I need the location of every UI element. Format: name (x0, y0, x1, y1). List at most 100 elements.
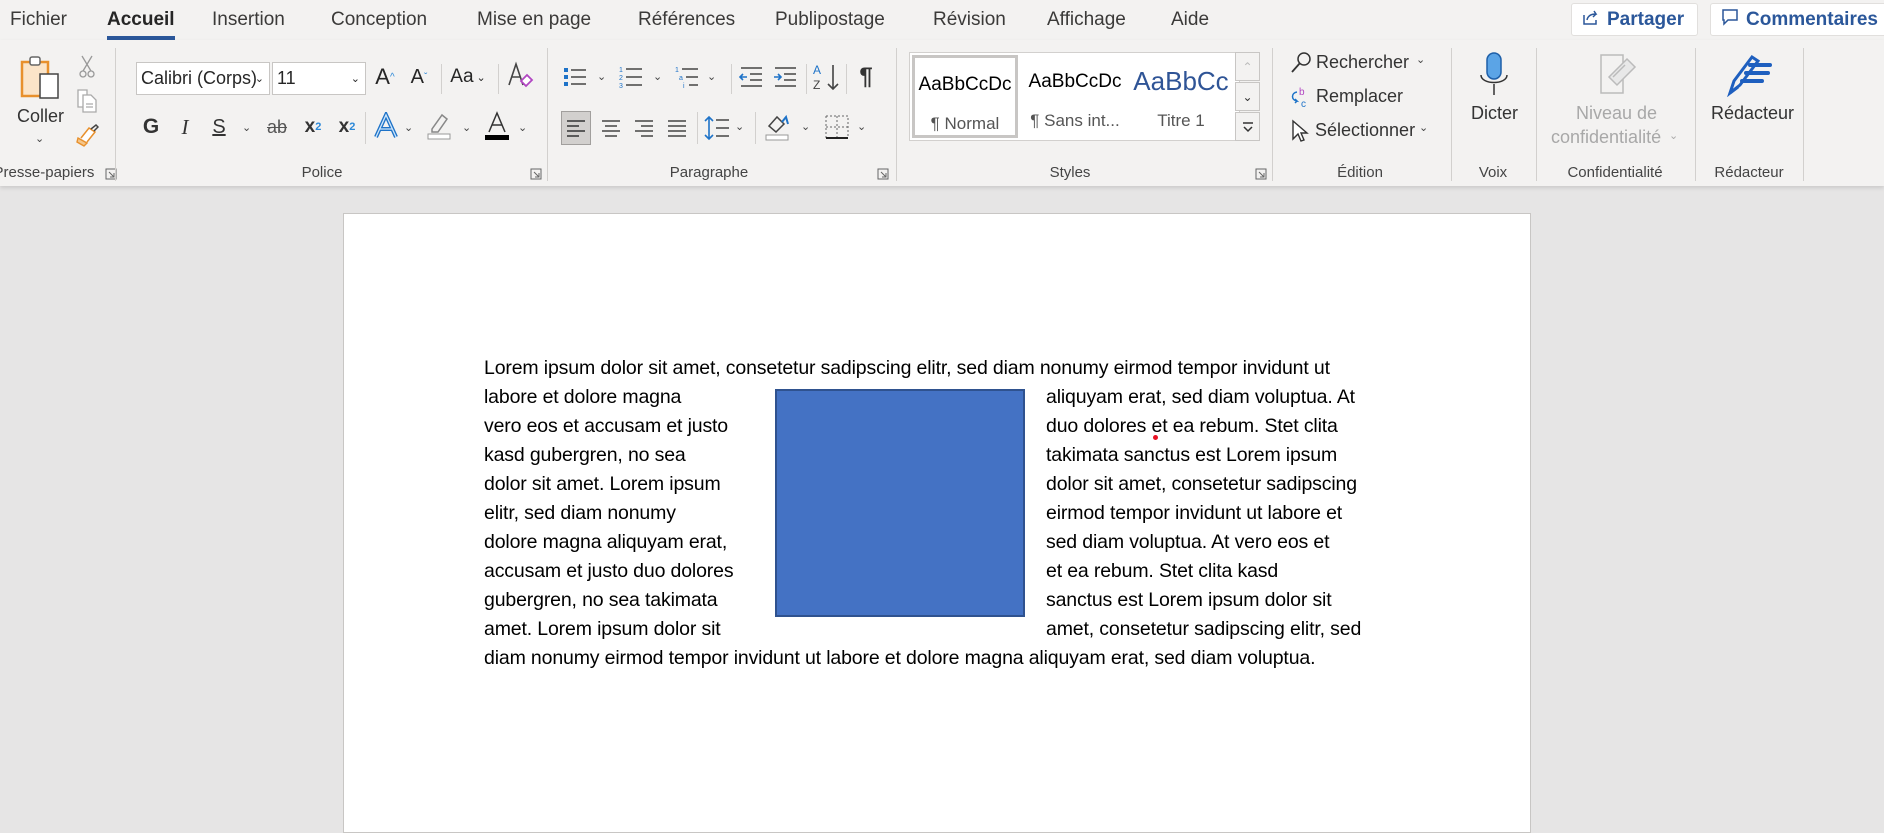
font-dialog-launcher-icon[interactable] (530, 167, 542, 180)
find-dropdown-icon[interactable]: ⌄ (1416, 53, 1425, 66)
tab-conception[interactable]: Conception (331, 9, 427, 31)
paste-label[interactable]: Coller (17, 106, 64, 127)
dictate-button[interactable]: Dicter (1471, 103, 1518, 124)
tab-affichage[interactable]: Affichage (1047, 9, 1126, 31)
rectangle-shape[interactable] (775, 389, 1025, 617)
find-button[interactable]: Rechercher (1316, 52, 1409, 73)
subscript-icon[interactable]: x2 (300, 112, 326, 142)
grammar-mark-icon[interactable] (1153, 435, 1158, 440)
style-preview: AaBbCcDc (1028, 71, 1122, 92)
sort-icon[interactable]: AZ (811, 60, 841, 94)
strikethrough-button[interactable]: ab (262, 112, 292, 142)
shrink-font-icon[interactable]: Aˇ (405, 62, 433, 92)
tab-insertion[interactable]: Insertion (212, 9, 285, 31)
font-size-value: 11 (277, 68, 296, 88)
numbered-list-icon[interactable]: 123 (617, 62, 645, 92)
share-button[interactable]: Partager (1571, 3, 1698, 36)
text-effects-dropdown-icon[interactable]: ⌄ (404, 121, 413, 134)
divider (697, 112, 698, 144)
align-right-button[interactable] (629, 111, 659, 145)
line-spacing-dropdown-icon[interactable]: ⌄ (735, 120, 744, 133)
multilevel-list-icon[interactable]: 1ai (673, 62, 701, 92)
group-label-sensitivity: Confidentialité (1567, 164, 1663, 181)
borders-icon[interactable] (822, 110, 852, 144)
editor-pen-icon[interactable] (1722, 50, 1774, 98)
align-left-button[interactable] (561, 111, 591, 145)
text-effects-icon[interactable] (372, 110, 400, 142)
tab-publipostage[interactable]: Publipostage (775, 9, 885, 31)
underline-button[interactable]: S (206, 112, 232, 142)
style-heading-1[interactable]: AaBbCc Titre 1 (1128, 55, 1234, 138)
tab-references[interactable]: Références (638, 9, 735, 31)
styles-scroll-up-icon[interactable]: ⌃ (1235, 52, 1260, 81)
style-name: ¶ Normal (930, 114, 1000, 133)
style-normal[interactable]: AaBbCcDc ¶ Normal (912, 55, 1018, 138)
highlight-dropdown-icon[interactable]: ⌄ (462, 121, 471, 134)
select-dropdown-icon[interactable]: ⌄ (1419, 121, 1428, 134)
decrease-indent-icon[interactable] (737, 62, 765, 92)
comments-button[interactable]: Commentaires (1710, 3, 1884, 36)
shading-icon[interactable] (763, 110, 793, 144)
font-color-icon[interactable] (483, 110, 511, 142)
select-button[interactable]: Sélectionner (1315, 120, 1415, 141)
line-spacing-icon[interactable] (702, 111, 732, 145)
styles-dialog-launcher-icon[interactable] (1255, 167, 1267, 180)
copy-icon[interactable] (74, 87, 100, 113)
highlight-icon[interactable] (425, 110, 453, 142)
share-icon (1582, 8, 1600, 32)
justify-button[interactable] (662, 111, 692, 145)
increase-indent-icon[interactable] (771, 62, 799, 92)
paragraph-line-right: duo dolores et ea rebum. Stet clita (1046, 415, 1338, 437)
tab-accueil[interactable]: Accueil (107, 9, 175, 40)
group-separator (1695, 48, 1696, 181)
style-no-spacing[interactable]: AaBbCcDc ¶ Sans int... (1022, 55, 1128, 138)
cut-icon[interactable] (76, 54, 98, 80)
search-icon[interactable] (1289, 50, 1313, 76)
font-name-dropdown[interactable]: Calibri (Corps) ⌄ (136, 62, 270, 95)
sensitivity-icon (1596, 50, 1640, 98)
underline-dropdown-icon[interactable]: ⌄ (242, 121, 251, 134)
comment-icon (1721, 8, 1739, 32)
share-label: Partager (1607, 8, 1685, 30)
numbered-list-dropdown-icon[interactable]: ⌄ (653, 70, 662, 83)
group-separator (1272, 48, 1273, 181)
align-center-button[interactable] (596, 111, 626, 145)
italic-button[interactable]: I (172, 112, 198, 142)
superscript-icon[interactable]: x2 (334, 112, 360, 142)
font-color-dropdown-icon[interactable]: ⌄ (518, 121, 527, 134)
styles-more-icon[interactable] (1235, 112, 1260, 141)
group-label-editor: Rédacteur (1714, 164, 1784, 181)
paragraph-line-left: labore et dolore magna (484, 386, 682, 408)
editor-button[interactable]: Rédacteur (1711, 103, 1794, 124)
microphone-icon[interactable] (1472, 50, 1516, 98)
tab-fichier[interactable]: Fichier (10, 9, 67, 31)
replace-icon[interactable]: bc (1287, 84, 1313, 110)
paragraph-line-right: amet, consetetur sadipscing elitr, sed (1046, 618, 1362, 640)
paragraph-line-left: elitr, sed diam nonumy (484, 502, 676, 524)
sensitivity-dropdown-icon: ⌄ (1669, 130, 1679, 142)
change-case-button[interactable]: Aa ⌄ (446, 62, 490, 92)
bold-button[interactable]: G (138, 112, 164, 142)
multilevel-list-dropdown-icon[interactable]: ⌄ (707, 70, 716, 83)
tab-revision[interactable]: Révision (933, 9, 1006, 31)
paragraph-dialog-launcher-icon[interactable] (877, 167, 889, 180)
tab-aide[interactable]: Aide (1171, 9, 1209, 31)
bullet-list-dropdown-icon[interactable]: ⌄ (597, 70, 606, 83)
divider (498, 64, 499, 94)
bullet-list-icon[interactable] (561, 62, 589, 92)
grow-font-icon[interactable]: A ^ (371, 62, 399, 92)
format-painter-icon[interactable] (74, 122, 100, 148)
replace-button[interactable]: Remplacer (1316, 86, 1403, 107)
borders-dropdown-icon[interactable]: ⌄ (857, 120, 866, 133)
svg-text:A: A (813, 63, 821, 77)
paste-icon[interactable] (18, 54, 66, 104)
font-size-dropdown[interactable]: 11 ⌄ (272, 62, 366, 95)
tab-mise-en-page[interactable]: Mise en page (477, 9, 591, 31)
chevron-down-icon: ⌄ (254, 73, 264, 85)
show-formatting-marks-button[interactable]: ¶ (853, 62, 879, 92)
clear-formatting-icon[interactable] (505, 60, 535, 92)
styles-scroll-down-icon[interactable]: ⌄ (1235, 82, 1260, 111)
select-cursor-icon[interactable] (1288, 118, 1312, 144)
paste-dropdown-icon[interactable]: ⌄ (35, 132, 44, 145)
shading-dropdown-icon[interactable]: ⌄ (801, 120, 810, 133)
